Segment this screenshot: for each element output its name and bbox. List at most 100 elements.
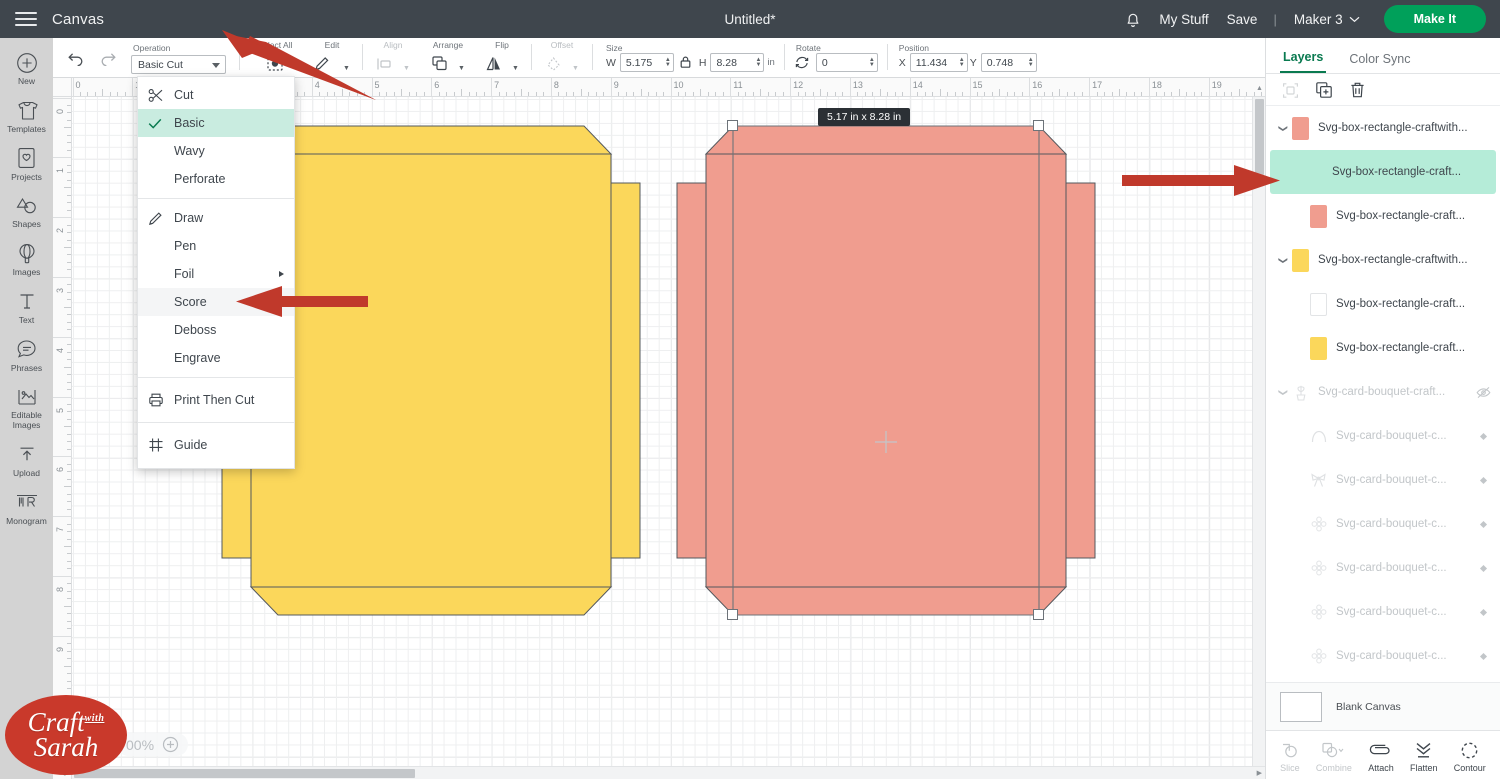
scrollbar-thumb[interactable] bbox=[1255, 99, 1264, 175]
layer-row[interactable]: ❯ Svg-box-rectangle-craftwith... bbox=[1266, 238, 1500, 282]
edit-button[interactable]: Edit ▼ bbox=[311, 40, 353, 74]
menu-item-foil[interactable]: Foil bbox=[138, 260, 294, 288]
delete-trash-icon[interactable] bbox=[1349, 81, 1366, 99]
sidebar-item-monogram[interactable]: Monogram bbox=[0, 484, 53, 532]
scroll-up-arrow-icon[interactable]: ▲ bbox=[1256, 85, 1263, 92]
layer-operation-dot-icon[interactable] bbox=[1474, 652, 1492, 660]
menu-item-draw[interactable]: Draw bbox=[138, 204, 294, 232]
sidebar-item-images[interactable]: Images bbox=[0, 235, 53, 283]
height-stepper[interactable]: ▲ ▼ bbox=[755, 57, 761, 68]
menu-item-cut[interactable]: Cut bbox=[138, 81, 294, 109]
x-value[interactable] bbox=[915, 56, 956, 69]
chevron-down-icon[interactable]: ❯ bbox=[1278, 383, 1289, 401]
machine-selector[interactable]: Maker 3 bbox=[1284, 12, 1370, 27]
sidebar-item-projects[interactable]: Projects bbox=[0, 140, 53, 188]
layer-row[interactable]: Svg-box-rectangle-craft... bbox=[1270, 150, 1496, 194]
layer-row[interactable]: Svg-box-rectangle-craft... bbox=[1266, 194, 1500, 238]
menu-item-perforate[interactable]: Perforate bbox=[138, 165, 294, 193]
group-ungroup-icon[interactable] bbox=[1282, 82, 1299, 99]
height-input[interactable]: ▲▼ bbox=[710, 53, 765, 72]
sidebar-item-upload[interactable]: Upload bbox=[0, 436, 53, 484]
save-button[interactable]: Save bbox=[1218, 12, 1267, 27]
slice-button[interactable]: Slice bbox=[1280, 739, 1300, 773]
sidebar-item-phrases[interactable]: Phrases bbox=[0, 331, 53, 379]
menu-item-score[interactable]: Score bbox=[138, 288, 294, 316]
layer-row[interactable]: Svg-card-bouquet-c... bbox=[1266, 458, 1500, 502]
rotate-input[interactable]: ▲▼ bbox=[815, 53, 878, 72]
attach-button[interactable]: Attach bbox=[1368, 739, 1394, 773]
x-stepper[interactable]: ▲ ▼ bbox=[959, 57, 965, 68]
canvas-horizontal-scrollbar[interactable]: ◀ ▶ bbox=[60, 766, 1265, 779]
layer-operation-dot-icon[interactable] bbox=[1474, 608, 1492, 616]
arrange-button[interactable]: Arrange ▼ bbox=[422, 40, 474, 74]
layer-rows-container[interactable]: ❯ Svg-box-rectangle-craftwith... Svg-box-r… bbox=[1266, 106, 1500, 682]
flatten-button[interactable]: Flatten bbox=[1410, 739, 1438, 773]
rotate-stepper[interactable]: ▲ ▼ bbox=[869, 57, 875, 68]
sidebar-item-shapes[interactable]: Shapes bbox=[0, 187, 53, 235]
flip-button[interactable]: Flip ▼ bbox=[482, 40, 522, 74]
layer-row[interactable]: Svg-card-bouquet-c... bbox=[1266, 590, 1500, 634]
my-stuff-link[interactable]: My Stuff bbox=[1150, 12, 1217, 27]
zoom-control[interactable]: 00% bbox=[117, 733, 189, 756]
combine-button[interactable]: Combine bbox=[1316, 739, 1352, 773]
undo-button[interactable] bbox=[67, 51, 84, 71]
offset-button[interactable]: Offset ▼ bbox=[541, 40, 583, 74]
canvas-vertical-scrollbar[interactable]: ▲ ▼ bbox=[1252, 85, 1265, 779]
layer-operation-dot-icon[interactable] bbox=[1474, 432, 1492, 440]
layer-color-swatch[interactable] bbox=[1292, 248, 1309, 272]
y-stepper[interactable]: ▲ ▼ bbox=[1028, 57, 1034, 68]
height-value[interactable] bbox=[716, 56, 753, 69]
width-input[interactable]: ▲▼ bbox=[619, 53, 674, 72]
menu-item-deboss[interactable]: Deboss bbox=[138, 316, 294, 344]
x-input[interactable]: ▲▼ bbox=[909, 53, 968, 72]
scrollbar-thumb[interactable] bbox=[74, 769, 415, 778]
menu-item-wavy[interactable]: Wavy bbox=[138, 137, 294, 165]
scroll-right-arrow-icon[interactable]: ▶ bbox=[1257, 769, 1262, 777]
hamburger-menu-icon[interactable] bbox=[0, 12, 52, 26]
sidebar-item-text[interactable]: Text bbox=[0, 283, 53, 331]
contour-button[interactable]: Contour bbox=[1454, 739, 1486, 773]
layer-row[interactable]: Svg-card-bouquet-c... bbox=[1266, 502, 1500, 546]
make-it-button[interactable]: Make It bbox=[1383, 5, 1486, 33]
zoom-in-plus-circle-icon[interactable] bbox=[162, 736, 179, 753]
layer-operation-dot-icon[interactable] bbox=[1474, 520, 1492, 528]
layer-color-swatch[interactable] bbox=[1292, 116, 1309, 140]
width-value[interactable] bbox=[625, 56, 662, 69]
redo-button[interactable] bbox=[100, 51, 117, 71]
y-value[interactable] bbox=[986, 56, 1025, 69]
layer-color-swatch[interactable] bbox=[1310, 204, 1327, 228]
rotate-value[interactable] bbox=[821, 56, 866, 69]
layer-row[interactable]: Svg-card-bouquet-c... bbox=[1266, 546, 1500, 590]
menu-item-guide[interactable]: Guide bbox=[138, 428, 294, 462]
chevron-down-icon[interactable]: ❯ bbox=[1278, 251, 1289, 269]
align-button[interactable]: Align ▼ bbox=[372, 40, 414, 74]
layer-color-swatch[interactable] bbox=[1310, 292, 1327, 316]
width-stepper[interactable]: ▲ ▼ bbox=[665, 57, 671, 68]
menu-item-pen[interactable]: Pen bbox=[138, 232, 294, 260]
tab-color-sync[interactable]: Color Sync bbox=[1346, 52, 1413, 73]
tab-layers[interactable]: Layers bbox=[1280, 50, 1327, 73]
y-input[interactable]: ▲▼ bbox=[980, 53, 1037, 72]
layer-row[interactable]: Svg-card-bouquet-c... bbox=[1266, 414, 1500, 458]
notification-bell-icon[interactable] bbox=[1125, 11, 1141, 28]
lock-closed-icon[interactable] bbox=[674, 55, 697, 71]
select-all-button[interactable]: Select All bbox=[249, 40, 301, 74]
sidebar-item-new[interactable]: New bbox=[0, 44, 53, 92]
blank-canvas-row[interactable]: Blank Canvas bbox=[1266, 682, 1500, 730]
layer-row[interactable]: Svg-card-bouquet-c... bbox=[1266, 634, 1500, 678]
menu-item-engrave[interactable]: Engrave bbox=[138, 344, 294, 372]
operation-dropdown[interactable]: Basic Cut bbox=[131, 55, 226, 74]
layer-operation-dot-icon[interactable] bbox=[1474, 564, 1492, 572]
operation-dropdown-menu[interactable]: Cut Basic Wavy Perforate Draw Pen Foil S… bbox=[137, 76, 295, 469]
menu-item-basic[interactable]: Basic bbox=[138, 109, 294, 137]
sidebar-item-templates[interactable]: Templates bbox=[0, 92, 53, 140]
layer-operation-dot-icon[interactable] bbox=[1474, 476, 1492, 484]
layer-row[interactable]: Svg-box-rectangle-craft... bbox=[1266, 326, 1500, 370]
sidebar-item-editable-images[interactable]: Editable Images bbox=[0, 378, 53, 436]
eye-hidden-icon[interactable] bbox=[1474, 386, 1492, 399]
rotate-icon[interactable] bbox=[794, 55, 810, 70]
layer-row[interactable]: ❯ Svg-card-bouquet-craft... bbox=[1266, 370, 1500, 414]
canvas-color-swatch[interactable] bbox=[1280, 691, 1322, 722]
layer-row[interactable]: ❯ Svg-box-rectangle-craftwith... bbox=[1266, 106, 1500, 150]
chevron-down-icon[interactable]: ❯ bbox=[1278, 119, 1289, 137]
